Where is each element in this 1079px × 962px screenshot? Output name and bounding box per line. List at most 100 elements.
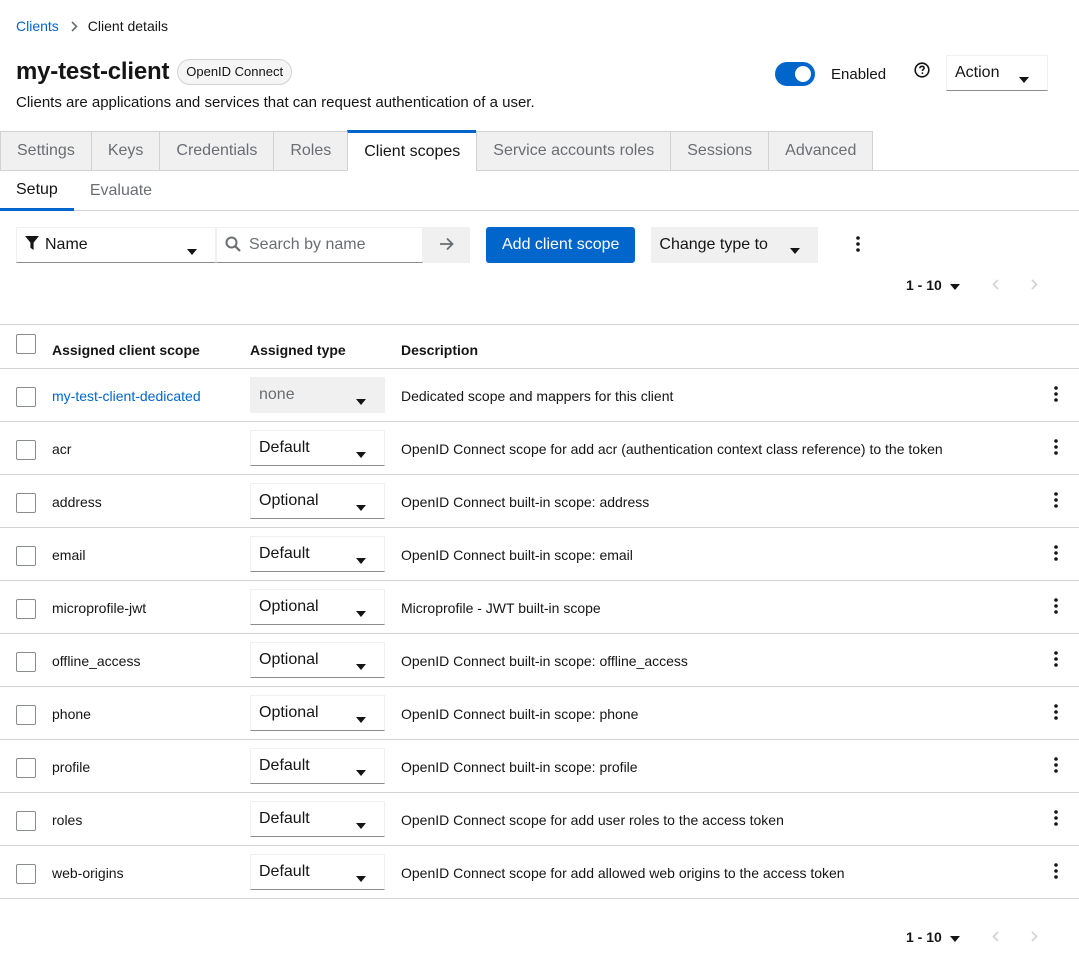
kebab-icon xyxy=(1054,491,1058,511)
row-checkbox[interactable] xyxy=(16,864,36,884)
kebab-icon xyxy=(1054,544,1058,564)
caret-down-icon xyxy=(356,657,366,675)
row-kebab-menu[interactable] xyxy=(1046,490,1066,512)
search-input[interactable] xyxy=(249,236,409,254)
assigned-type-dropdown[interactable]: Optional xyxy=(250,695,385,731)
tab-service-accounts-roles[interactable]: Service accounts roles xyxy=(476,131,671,171)
row-checkbox[interactable] xyxy=(16,811,36,831)
header-assigned-client-scope: Assigned client scope xyxy=(52,342,200,358)
assigned-type-value: Optional xyxy=(259,492,319,509)
filter-icon xyxy=(25,235,39,255)
chevron-right-icon[interactable] xyxy=(1031,929,1038,945)
pagination-top: 1 - 10 xyxy=(906,277,1038,293)
pagination-range[interactable]: 1 - 10 xyxy=(906,277,942,293)
add-client-scope-button[interactable]: Add client scope xyxy=(486,227,636,263)
kebab-icon xyxy=(1054,703,1058,723)
main-tabs: Settings Keys Credentials Roles Client s… xyxy=(0,130,1079,171)
scope-name-link[interactable]: my-test-client-dedicated xyxy=(52,388,201,404)
search-icon xyxy=(225,236,241,255)
enabled-switch[interactable]: Enabled xyxy=(775,62,886,86)
scope-name: roles xyxy=(52,812,83,828)
scope-name: address xyxy=(52,494,102,510)
assigned-type-dropdown[interactable]: Default xyxy=(250,430,385,466)
row-kebab-menu[interactable] xyxy=(1046,437,1066,459)
pagination-bottom: 1 - 10 xyxy=(906,929,1038,945)
table-row: profile Default OpenID Connect built-in sc… xyxy=(0,740,1079,793)
scope-name: web-origins xyxy=(52,865,124,881)
row-checkbox[interactable] xyxy=(16,493,36,513)
kebab-icon xyxy=(1054,650,1058,670)
pagination-range[interactable]: 1 - 10 xyxy=(906,929,942,945)
toolbar-kebab-menu[interactable] xyxy=(846,227,870,263)
tab-settings[interactable]: Settings xyxy=(0,131,91,171)
caret-down-icon xyxy=(356,869,366,887)
search-box[interactable] xyxy=(216,227,423,263)
subtab-evaluate[interactable]: Evaluate xyxy=(74,171,168,211)
kebab-icon xyxy=(1054,862,1058,882)
breadcrumb-clients-link[interactable]: Clients xyxy=(16,18,59,34)
row-kebab-menu[interactable] xyxy=(1046,649,1066,671)
row-kebab-menu[interactable] xyxy=(1046,384,1066,406)
change-type-dropdown[interactable]: Change type to xyxy=(651,227,819,263)
table-row: roles Default OpenID Connect scope for add… xyxy=(0,793,1079,846)
row-checkbox[interactable] xyxy=(16,440,36,460)
row-kebab-menu[interactable] xyxy=(1046,755,1066,777)
row-checkbox[interactable] xyxy=(16,758,36,778)
assigned-type-dropdown[interactable]: Optional xyxy=(250,642,385,678)
kebab-icon xyxy=(856,235,861,255)
assigned-type-value: Default xyxy=(259,545,310,562)
row-checkbox[interactable] xyxy=(16,599,36,619)
row-kebab-menu[interactable] xyxy=(1046,543,1066,565)
help-icon[interactable] xyxy=(912,60,932,80)
caret-down-icon xyxy=(356,816,366,834)
assigned-type-value: Default xyxy=(259,810,310,827)
change-type-label: Change type to xyxy=(659,236,768,253)
row-checkbox[interactable] xyxy=(16,546,36,566)
tab-advanced[interactable]: Advanced xyxy=(768,131,874,171)
tab-credentials[interactable]: Credentials xyxy=(159,131,274,171)
kebab-icon xyxy=(1054,385,1058,405)
scope-name: email xyxy=(52,547,86,563)
action-dropdown[interactable]: Action xyxy=(946,55,1048,91)
caret-down-icon xyxy=(356,551,366,569)
tab-client-scopes[interactable]: Client scopes xyxy=(347,130,477,171)
caret-down-icon xyxy=(356,763,366,781)
caret-down-icon xyxy=(356,710,366,728)
assigned-type-dropdown[interactable]: Default xyxy=(250,801,385,837)
tab-roles[interactable]: Roles xyxy=(273,131,348,171)
row-checkbox[interactable] xyxy=(16,705,36,725)
chevron-left-icon[interactable] xyxy=(992,929,999,945)
caret-down-icon xyxy=(187,242,197,260)
row-kebab-menu[interactable] xyxy=(1046,702,1066,724)
row-checkbox[interactable] xyxy=(16,652,36,672)
chevron-right-icon[interactable] xyxy=(1031,277,1038,293)
assigned-type-dropdown[interactable]: Optional xyxy=(250,589,385,625)
subtab-setup[interactable]: Setup xyxy=(0,171,74,211)
assigned-type-dropdown[interactable]: Default xyxy=(250,536,385,572)
assigned-type-value: Optional xyxy=(259,651,319,668)
select-all-checkbox[interactable] xyxy=(16,334,36,354)
tab-sessions[interactable]: Sessions xyxy=(670,131,769,171)
assigned-type-dropdown[interactable]: Default xyxy=(250,748,385,784)
tab-keys[interactable]: Keys xyxy=(90,131,160,171)
breadcrumb: Clients Client details xyxy=(16,18,168,34)
caret-down-icon[interactable] xyxy=(949,277,960,293)
header-assigned-type: Assigned type xyxy=(250,342,346,358)
toggle-switch[interactable] xyxy=(775,62,815,86)
scope-name: offline_access xyxy=(52,653,141,669)
row-kebab-menu[interactable] xyxy=(1046,861,1066,883)
filter-type-dropdown[interactable]: Name xyxy=(16,227,216,263)
row-kebab-menu[interactable] xyxy=(1046,596,1066,618)
assigned-type-dropdown[interactable]: Default xyxy=(250,854,385,890)
caret-down-icon[interactable] xyxy=(949,929,960,945)
row-kebab-menu[interactable] xyxy=(1046,808,1066,830)
assigned-type-dropdown[interactable]: Optional xyxy=(250,483,385,519)
scope-name: phone xyxy=(52,706,91,722)
kebab-icon xyxy=(1054,756,1058,776)
row-checkbox[interactable] xyxy=(16,387,36,407)
chevron-left-icon[interactable] xyxy=(992,277,999,293)
scope-description: OpenID Connect scope for add user roles … xyxy=(401,812,784,828)
page-title: my-test-client xyxy=(16,58,170,85)
caret-down-icon xyxy=(790,241,801,259)
search-submit-button[interactable] xyxy=(423,227,470,263)
